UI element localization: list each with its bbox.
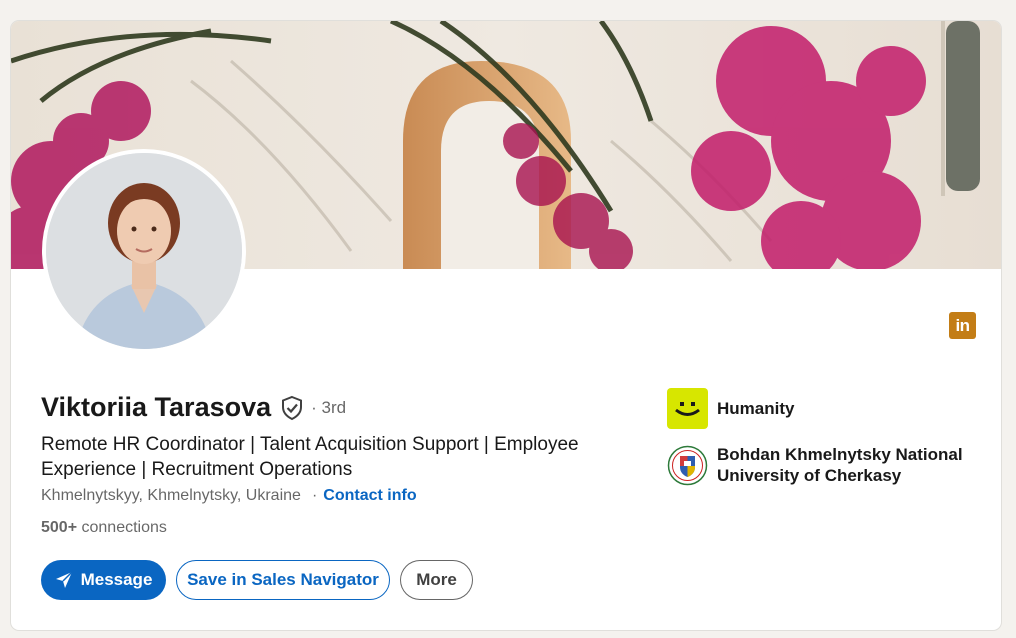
name-row: Viktoriia Tarasova · 3rd xyxy=(41,392,346,423)
humanity-logo-icon xyxy=(667,388,708,429)
linkedin-icon[interactable]: in xyxy=(949,312,976,339)
connections-count[interactable]: 500+ connections xyxy=(41,519,167,537)
location-row: Khmelnytskyy, Khmelnytsky, Ukraine · Con… xyxy=(41,487,417,505)
profile-name: Viktoriia Tarasova xyxy=(41,392,272,422)
save-in-sales-navigator-button[interactable]: Save in Sales Navigator xyxy=(176,560,390,600)
paper-plane-icon xyxy=(55,571,73,588)
education[interactable]: Bohdan Khmelnytsky National University o… xyxy=(667,444,963,486)
save-in-sales-navigator-label: Save in Sales Navigator xyxy=(187,570,379,589)
profile-card: in Viktoriia Tarasova · 3rd Remote HR Co… xyxy=(11,21,1001,630)
headline-line-2: Experience | Recruitment Operations xyxy=(41,459,353,480)
message-label: Message xyxy=(80,570,153,589)
more-label: More xyxy=(416,570,457,589)
school-name-line-2: University of Cherkasy xyxy=(717,466,902,485)
location-text: Khmelnytskyy, Khmelnytsky, Ukraine xyxy=(41,487,301,504)
message-button[interactable]: Message xyxy=(41,560,166,600)
headline-line-1: Remote HR Coordinator | Talent Acquisiti… xyxy=(41,434,579,455)
profile-photo[interactable] xyxy=(42,149,246,353)
contact-info-link[interactable]: Contact info xyxy=(323,487,416,505)
more-button[interactable]: More xyxy=(400,560,473,600)
university-crest-icon xyxy=(667,445,708,486)
profile-headline: Remote HR Coordinator | Talent Acquisiti… xyxy=(41,432,641,482)
company-name: Humanity xyxy=(717,399,795,418)
connections-number: 500+ xyxy=(41,519,78,536)
connection-degree: · 3rd xyxy=(311,397,347,417)
connections-label: connections xyxy=(81,519,167,536)
verified-shield-icon[interactable] xyxy=(279,395,305,421)
school-name-line-1: Bohdan Khmelnytsky National xyxy=(717,445,963,464)
separator-dot: · xyxy=(311,487,318,504)
current-company[interactable]: Humanity xyxy=(667,388,794,429)
school-name: Bohdan Khmelnytsky National University o… xyxy=(717,444,963,486)
